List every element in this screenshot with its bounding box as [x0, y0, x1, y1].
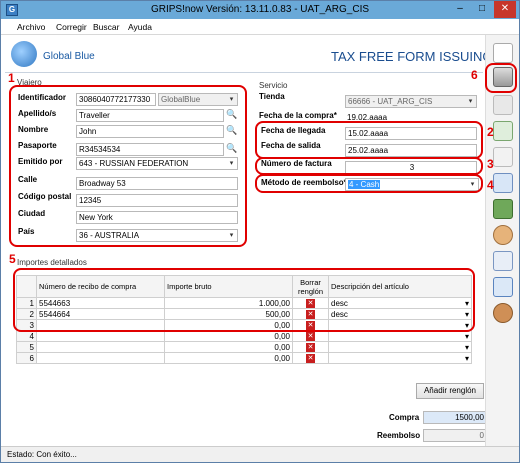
- reembolso-total: 0: [423, 429, 487, 442]
- money-icon[interactable]: [493, 199, 513, 219]
- importe-cell[interactable]: 0,00: [164, 341, 293, 353]
- row-number: 5: [16, 341, 37, 353]
- recibo-cell[interactable]: [36, 341, 165, 353]
- tienda-select[interactable]: 66666 - UAT_ARG_CIS ▾: [345, 95, 477, 108]
- row-number: 4: [16, 330, 37, 342]
- window-title: GRIPS!now Versión: 13.11.0.83 - UAT_ARG_…: [150, 4, 370, 15]
- annotation-number: 4: [487, 178, 494, 192]
- importe-cell[interactable]: 0,00: [164, 330, 293, 342]
- descripcion-cell[interactable]: ▾: [328, 330, 472, 342]
- brand-name: Global Blue: [43, 51, 95, 62]
- annotation-number: 5: [9, 252, 16, 266]
- chevron-down-icon: ▾: [464, 353, 469, 363]
- table-row: 4 0,00 ✕ ▾: [16, 330, 472, 342]
- calendar-icon[interactable]: [493, 173, 513, 193]
- user-icon[interactable]: [493, 225, 513, 245]
- delete-row-cell: ✕: [292, 330, 329, 342]
- table-row: 5 0,00 ✕ ▾: [16, 341, 472, 353]
- recibo-cell[interactable]: [36, 352, 165, 364]
- fecha-compra-label: Fecha de la compra*: [259, 111, 337, 120]
- save-document-icon[interactable]: [493, 121, 513, 141]
- servicio-section-title: Servicio: [259, 81, 288, 90]
- delete-row-cell: ✕: [292, 352, 329, 364]
- delete-icon[interactable]: ✕: [306, 343, 315, 352]
- menu-ayuda[interactable]: Ayuda: [128, 22, 152, 32]
- header-divider: [5, 72, 483, 73]
- chevron-down-icon: ▾: [464, 342, 469, 352]
- annotation-number: 6: [471, 68, 478, 82]
- highlight-fechas: [255, 121, 483, 159]
- compra-total: 1500,00: [423, 411, 487, 424]
- minimize-button[interactable]: –: [449, 1, 471, 18]
- highlight-viajero: [9, 85, 247, 247]
- maximize-button[interactable]: □: [471, 1, 493, 18]
- user-settings-icon[interactable]: [493, 303, 513, 323]
- chevron-down-icon: ▾: [468, 98, 473, 105]
- global-blue-logo: [11, 41, 37, 67]
- right-toolbar: [485, 35, 519, 446]
- title-bar: G GRIPS!now Versión: 13.11.0.83 - UAT_AR…: [1, 1, 519, 19]
- chevron-down-icon: ▾: [464, 331, 469, 341]
- new-document-icon[interactable]: [493, 43, 513, 63]
- delete-icon[interactable]: ✕: [306, 354, 315, 363]
- copy-document-icon[interactable]: [493, 147, 513, 167]
- highlight-factura: [255, 157, 483, 175]
- importes-section-title: Importes detallados: [17, 258, 87, 267]
- descripcion-cell[interactable]: ▾: [328, 341, 472, 353]
- table-row: 6 0,00 ✕ ▾: [16, 352, 472, 364]
- close-button[interactable]: ✕: [494, 1, 516, 18]
- tienda-label: Tienda: [259, 92, 285, 101]
- tienda-value: 66666 - UAT_ARG_CIS: [348, 97, 433, 106]
- importe-cell[interactable]: 0,00: [164, 352, 293, 364]
- highlight-importes: [13, 268, 475, 332]
- status-bar: Estado: Con éxito...: [1, 446, 519, 462]
- edit-document-icon[interactable]: [493, 95, 513, 115]
- delete-icon[interactable]: ✕: [306, 332, 315, 341]
- menu-corregir[interactable]: Corregir: [56, 22, 87, 32]
- compra-label: Compra: [389, 413, 420, 422]
- reembolso-label: Reembolso: [377, 431, 421, 440]
- delete-row-cell: ✕: [292, 341, 329, 353]
- descripcion-cell[interactable]: ▾: [328, 352, 472, 364]
- app-window: G GRIPS!now Versión: 13.11.0.83 - UAT_AR…: [0, 0, 520, 463]
- annotation-number: 3: [487, 157, 494, 171]
- page-title: TAX FREE FORM ISSUING: [331, 49, 493, 64]
- search-document-icon[interactable]: [493, 251, 513, 271]
- annotation-number: 1: [8, 71, 15, 85]
- menu-bar: Archivo Corregir Buscar Ayuda: [1, 19, 519, 35]
- add-row-button[interactable]: Añadir renglón: [416, 383, 484, 399]
- row-number: 6: [16, 352, 37, 364]
- highlight-print: [485, 63, 517, 93]
- refresh-icon[interactable]: [493, 277, 513, 297]
- menu-buscar[interactable]: Buscar: [93, 22, 119, 32]
- menu-archivo[interactable]: Archivo: [17, 22, 45, 32]
- annotation-number: 2: [487, 125, 494, 139]
- recibo-cell[interactable]: [36, 330, 165, 342]
- highlight-metodo: [255, 174, 483, 193]
